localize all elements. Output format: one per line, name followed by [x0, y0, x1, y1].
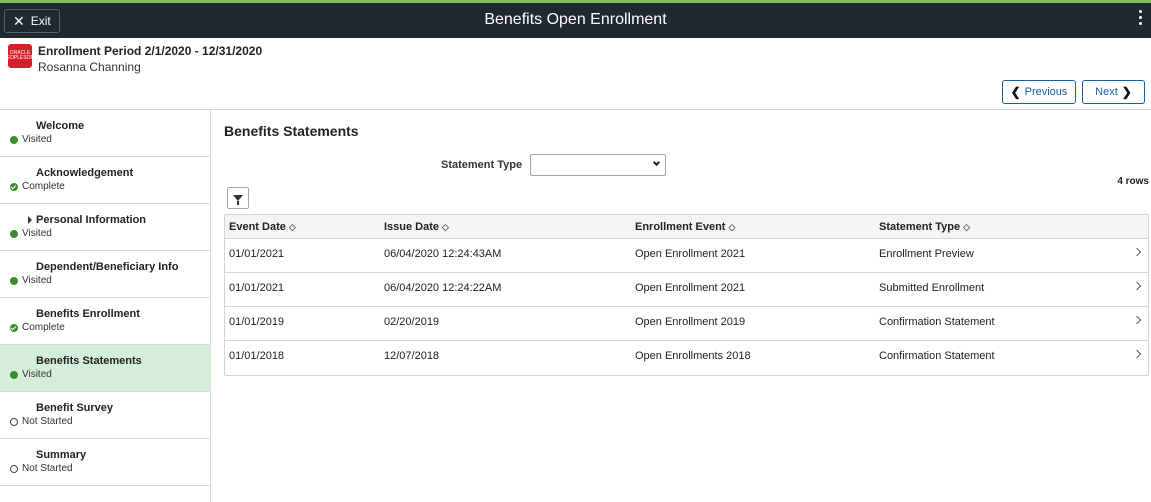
step-navigation: Welcome Visited Acknowledgement Complete… — [0, 110, 211, 502]
grid-header: Event Date ◇ Issue Date ◇ Enrollment Event… — [225, 215, 1148, 239]
sidebar-item-benefit-survey[interactable]: Benefit Survey Not Started — [0, 392, 211, 439]
more-actions-icon[interactable] — [1137, 10, 1143, 25]
filter-button[interactable] — [227, 187, 249, 209]
visited-dot-icon — [10, 229, 18, 238]
chevron-down-icon — [653, 158, 661, 167]
main-content: Benefits Statements Statement Type 4 row… — [211, 110, 1151, 502]
chevron-right-icon[interactable] — [1132, 247, 1142, 257]
section-heading: Benefits Statements — [224, 123, 359, 139]
complete-check-icon — [10, 182, 18, 191]
employee-name: Rosanna Channing — [38, 60, 141, 74]
previous-button[interactable]: ❮ Previous — [1002, 80, 1076, 104]
enrollment-header: ORACLE PEOPLESOFT Enrollment Period 2/1/… — [0, 38, 1151, 110]
sidebar-item-acknowledgement[interactable]: Acknowledgement Complete — [0, 157, 211, 204]
sort-icon: ◇ — [963, 222, 971, 232]
table-row[interactable]: 01/01/2021 06/04/2020 12:24:22AM Open En… — [225, 273, 1148, 307]
sort-icon: ◇ — [288, 222, 296, 232]
statement-type-label: Statement Type — [441, 159, 523, 171]
chevron-right-icon: ❯ — [1121, 85, 1132, 99]
column-header-event-date[interactable]: Event Date ◇ — [229, 221, 296, 233]
not-started-circle-icon — [10, 417, 18, 426]
statement-type-select[interactable] — [530, 154, 667, 176]
chevron-right-icon[interactable] — [1132, 349, 1142, 359]
column-header-issue-date[interactable]: Issue Date ◇ — [384, 221, 449, 233]
sidebar-item-dependent-beneficiary[interactable]: Dependent/Beneficiary Info Visited — [0, 251, 211, 298]
column-header-enrollment-event[interactable]: Enrollment Event ◇ — [635, 221, 735, 233]
funnel-icon — [233, 195, 243, 205]
table-row[interactable]: 01/01/2019 02/20/2019 Open Enrollment 20… — [225, 307, 1148, 341]
top-bar: ✕ Exit Benefits Open Enrollment — [0, 0, 1151, 38]
enrollment-period: Enrollment Period 2/1/2020 - 12/31/2020 — [38, 44, 263, 58]
sidebar-item-welcome[interactable]: Welcome Visited — [0, 110, 211, 157]
visited-dot-icon — [10, 276, 18, 285]
visited-dot-icon — [10, 135, 18, 144]
chevron-right-icon[interactable] — [1132, 281, 1142, 291]
chevron-right-icon[interactable] — [1132, 315, 1142, 325]
visited-dot-icon — [10, 370, 18, 379]
statements-grid: Event Date ◇ Issue Date ◇ Enrollment Event… — [224, 214, 1149, 376]
statement-type-filter: Statement Type — [441, 154, 667, 176]
sort-icon: ◇ — [728, 222, 736, 232]
complete-check-icon — [10, 323, 18, 332]
page-title: Benefits Open Enrollment — [484, 11, 667, 28]
sort-icon: ◇ — [442, 222, 449, 232]
expand-triangle-icon[interactable] — [28, 216, 32, 224]
sidebar-item-benefits-enrollment[interactable]: Benefits Enrollment Complete — [0, 298, 211, 345]
sidebar-item-personal-information[interactable]: Personal Information Visited — [0, 204, 211, 251]
column-header-statement-type[interactable]: Statement Type ◇ — [879, 221, 970, 233]
oracle-logo: ORACLE PEOPLESOFT — [3, 44, 37, 68]
row-count: 4 rows — [1117, 176, 1149, 187]
sidebar-item-summary[interactable]: Summary Not Started — [0, 439, 211, 486]
table-row[interactable]: 01/01/2021 06/04/2020 12:24:43AM Open En… — [225, 239, 1148, 273]
table-row[interactable]: 01/01/2018 12/07/2018 Open Enrollments 2… — [225, 341, 1148, 375]
not-started-circle-icon — [10, 464, 18, 473]
sidebar-item-benefits-statements[interactable]: Benefits Statements Visited — [0, 345, 211, 392]
chevron-left-icon: ❮ — [1010, 85, 1021, 99]
next-button[interactable]: Next ❯ — [1082, 80, 1145, 104]
